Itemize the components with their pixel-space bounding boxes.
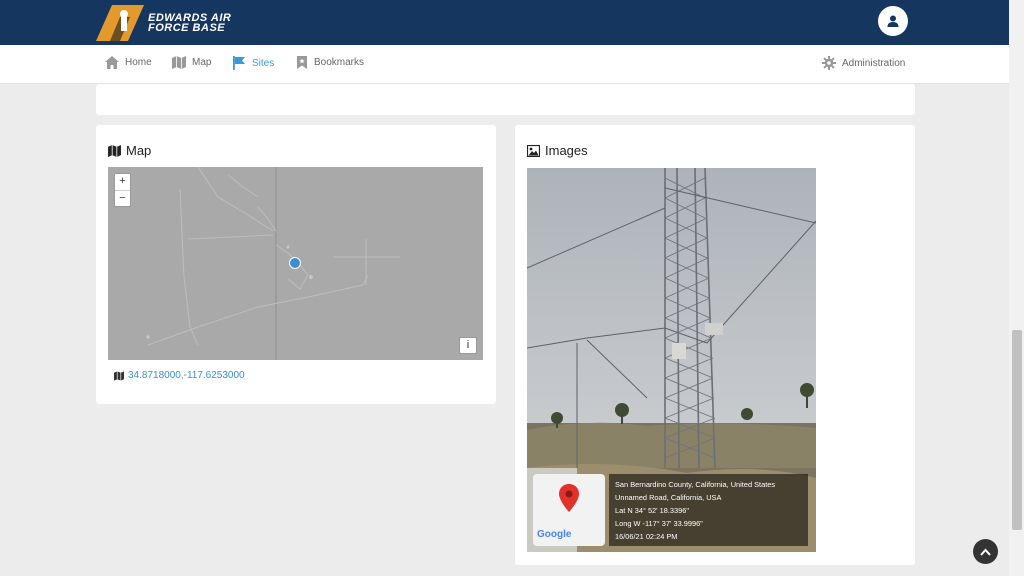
geotag-longitude: Long W -117° 37' 33.9996"	[615, 519, 703, 528]
geotag-timestamp: 16/06/21 02:24 PM	[615, 532, 678, 541]
details-card	[96, 84, 915, 115]
zoom-control: + −	[114, 173, 131, 207]
nav-item-sites-label: Sites	[252, 57, 275, 69]
logo-emblem-icon	[96, 5, 144, 41]
nav-item-sites[interactable]: Sites	[232, 56, 274, 70]
nav-item-bookmarks[interactable]: Bookmarks	[296, 56, 364, 69]
zoom-in-button[interactable]: +	[115, 174, 130, 190]
location-marker-icon[interactable]	[289, 257, 301, 269]
geotag-map-thumbnail: Google	[533, 474, 605, 546]
logo[interactable]: EDWARDS AIR FORCE BASE	[96, 5, 236, 41]
map-icon	[108, 144, 121, 157]
nav-item-home[interactable]: Home	[105, 56, 152, 69]
geotag-address: San Bernardino County, California, Unite…	[615, 480, 776, 489]
nav-item-administration-label: Administration	[842, 57, 906, 69]
coordinates-link[interactable]: 34.8718000,-117.6253000	[114, 370, 245, 381]
map-card: Map + − i 34.8718000,-117.6253000	[96, 125, 496, 404]
geotag-latitude: Lat N 34° 52' 18.3396"	[615, 506, 689, 515]
site-photo[interactable]: Google San Bernardino County, California…	[527, 168, 816, 552]
map-view[interactable]: + − i	[108, 167, 483, 360]
nav-item-home-label: Home	[125, 57, 152, 68]
nav-bar: Home Map Sites Bookmarks Administration	[0, 45, 1009, 84]
top-header: EDWARDS AIR FORCE BASE	[0, 0, 1009, 45]
gear-icon	[822, 56, 836, 70]
coordinates-text: 34.8718000,-117.6253000	[128, 370, 245, 381]
logo-text-line2: FORCE BASE	[148, 22, 226, 34]
user-account-button[interactable]	[878, 6, 908, 36]
zoom-out-button[interactable]: −	[115, 190, 130, 206]
scrollbar-thumb[interactable]	[1012, 330, 1022, 530]
google-logo: Google	[537, 529, 571, 540]
geotag-overlay: Google San Bernardino County, California…	[533, 474, 808, 546]
image-icon	[527, 144, 540, 157]
map-card-title-text: Map	[126, 143, 152, 158]
back-to-top-button[interactable]	[973, 539, 998, 564]
images-card-title: Images	[527, 143, 588, 158]
map-card-title: Map	[108, 143, 151, 158]
map-icon	[114, 370, 124, 381]
nav-item-administration[interactable]: Administration	[822, 56, 905, 70]
google-logo-text: Google	[537, 529, 572, 540]
map-pin-icon	[559, 484, 579, 512]
bookmark-icon	[297, 56, 307, 69]
chevron-up-icon	[980, 548, 991, 556]
nav-item-map-label: Map	[192, 57, 212, 68]
nav-item-bookmarks-label: Bookmarks	[314, 57, 365, 68]
logo-text: EDWARDS AIR FORCE BASE	[148, 13, 231, 34]
geotag-details: San Bernardino County, California, Unite…	[609, 474, 808, 546]
images-card: Images Google San Bernardino County, Cal…	[515, 125, 915, 565]
images-card-title-text: Images	[545, 143, 588, 158]
geotag-road: Unnamed Road, California, USA	[615, 493, 722, 502]
map-icon	[172, 56, 186, 69]
home-icon	[105, 56, 119, 69]
user-icon	[887, 15, 899, 27]
map-info-button[interactable]: i	[459, 337, 477, 354]
flag-icon	[233, 56, 245, 70]
nav-item-map[interactable]: Map	[172, 56, 211, 69]
